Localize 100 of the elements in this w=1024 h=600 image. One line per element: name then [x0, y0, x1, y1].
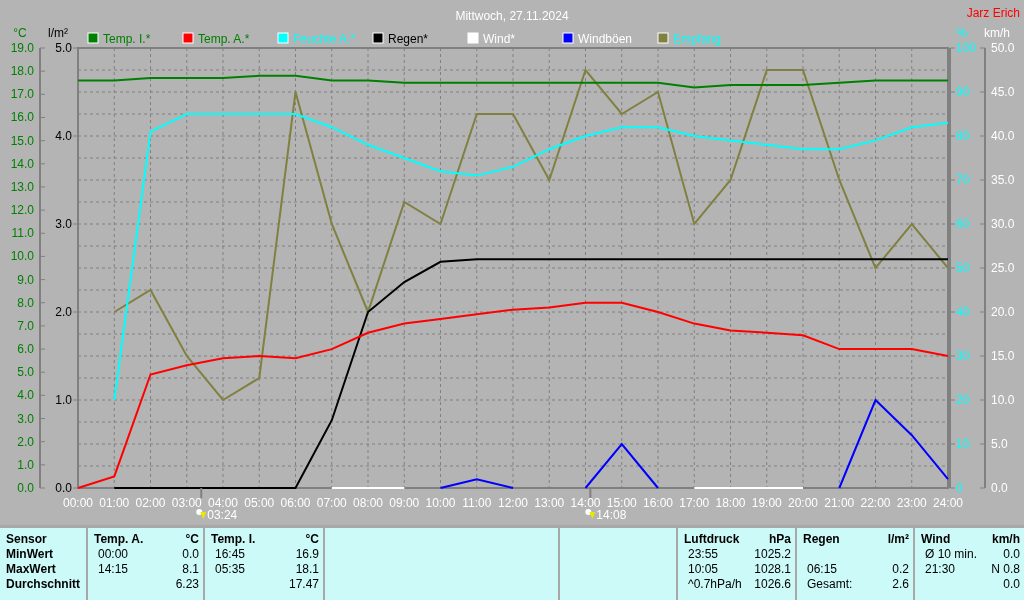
time-label: 14:00 — [570, 496, 601, 510]
table-cell-text: 06:15 — [806, 562, 838, 577]
axis-unit: km/h — [984, 26, 1010, 40]
tick-label: 17.0 — [10, 87, 34, 102]
table-cell-text: Gesamt: — [806, 577, 853, 592]
time-label: 12:00 — [498, 496, 528, 510]
time-label: 04:00 — [208, 496, 238, 510]
unit-label: °C — [185, 532, 199, 547]
chart-title: Mittwoch, 27.11.2024 — [455, 9, 569, 23]
time-label: 18:00 — [715, 496, 746, 510]
table-header: Luftdruck — [684, 532, 740, 547]
tick-label: 80 — [956, 129, 970, 143]
time-label: 11:00 — [462, 496, 492, 510]
axis-unit: l/m² — [48, 26, 68, 40]
unit-label: hPa — [769, 532, 791, 547]
tick-label: 30 — [956, 349, 970, 363]
row-label: MinWert — [6, 547, 54, 562]
table-cell-text: Ø 10 min. — [924, 547, 978, 562]
tick-label: 18.0 — [10, 64, 34, 79]
tick-label: 19.0 — [10, 41, 34, 55]
time-label: 07:00 — [316, 496, 347, 510]
tick-label: 0.0 — [55, 481, 72, 495]
tick-label: 40.0 — [991, 129, 1015, 143]
tick-label: 8.0 — [17, 295, 34, 310]
tick-label: 30.0 — [991, 217, 1015, 231]
table-cell: 18.1 — [295, 562, 319, 577]
tick-label: 9.0 — [17, 272, 34, 287]
table-cell-text: 16:45 — [214, 547, 246, 562]
time-label: 08:00 — [353, 496, 383, 510]
tick-label: 4.0 — [17, 388, 34, 403]
tick-label: 50.0 — [991, 41, 1015, 55]
legend-label: Empfang — [673, 32, 722, 46]
tick-label: 35.0 — [991, 173, 1015, 187]
legend-label: Feuchte A.* — [293, 32, 356, 46]
tick-label: 10 — [956, 437, 970, 451]
time-label: 19:00 — [751, 496, 782, 510]
tick-label: 7.0 — [17, 318, 34, 333]
axis-unit: % — [956, 26, 968, 40]
table-cell-text: ^0.7hPa/h — [687, 577, 742, 592]
table-cell-text: 10:05 — [687, 562, 719, 577]
tick-label: 5.0 — [991, 437, 1008, 451]
legend-label: Regen* — [388, 32, 429, 46]
table-header: Temp. I. — [211, 532, 256, 547]
tick-label: 70 — [956, 173, 970, 187]
tick-label: 5.0 — [55, 41, 72, 55]
table-header: Wind — [921, 532, 951, 547]
table-cell-text: 23:55 — [687, 547, 719, 562]
row-label: MaxWert — [6, 562, 56, 577]
tick-label: 0.0 — [17, 481, 34, 495]
event-time: 14:08 — [596, 508, 627, 522]
time-label: 06:00 — [280, 496, 311, 510]
tick-label: 10.0 — [991, 393, 1015, 407]
time-label: 03:00 — [171, 496, 202, 510]
time-label: 15:00 — [606, 496, 637, 510]
tick-label: 16.0 — [10, 110, 34, 125]
table-cell: 16.9 — [295, 547, 319, 562]
table-cell-text: 14:15 — [97, 562, 129, 577]
tick-label: 2.0 — [17, 434, 34, 449]
tick-label: 3.0 — [17, 411, 34, 426]
axis-unit: °C — [13, 26, 27, 40]
table-cell: 2.6 — [892, 577, 909, 592]
tick-label: 2.0 — [55, 305, 72, 319]
tick-label: 0 — [956, 481, 963, 495]
table-header: Sensor — [6, 532, 47, 547]
tick-label: 60 — [956, 217, 970, 231]
time-label: 01:00 — [99, 496, 130, 510]
tick-label: 40 — [956, 305, 970, 319]
time-label: 16:00 — [643, 496, 673, 510]
tick-label: 15.0 — [991, 349, 1015, 363]
time-label: 20:00 — [788, 496, 818, 510]
legend-label: Temp. A.* — [198, 32, 250, 46]
table-cell: 17.47 — [288, 577, 319, 592]
time-label: 24:00 — [933, 496, 963, 510]
table-cell: 0.0 — [182, 547, 199, 562]
tick-label: 0.0 — [991, 481, 1008, 495]
tick-label: 20 — [956, 393, 970, 407]
author-name: Jarz Erich — [966, 6, 1020, 20]
table-header: Temp. A. — [94, 532, 144, 547]
row-label: Durchschnitt — [6, 577, 80, 592]
unit-label: °C — [305, 532, 319, 547]
time-label: 05:00 — [244, 496, 275, 510]
table-cell: 8.1 — [182, 562, 199, 577]
sun-moon-icon — [585, 509, 596, 519]
table-cell: 1025.2 — [754, 547, 791, 562]
tick-label: 5.0 — [17, 365, 34, 380]
time-label: 02:00 — [135, 496, 166, 510]
time-label: 13:00 — [534, 496, 565, 510]
table-cell: 6.23 — [175, 577, 199, 592]
tick-label: 12.0 — [10, 203, 34, 218]
unit-label: km/h — [992, 532, 1020, 547]
tick-label: 10.0 — [10, 249, 34, 264]
tick-label: 11.0 — [11, 226, 34, 241]
time-label: 23:00 — [896, 496, 927, 510]
time-label: 00:00 — [63, 496, 93, 510]
table-cell-text: 05:35 — [214, 562, 246, 577]
table-cell: 0.2 — [892, 562, 909, 577]
legend-label: Windböen — [578, 32, 633, 46]
table-cell: 0.0 — [1003, 577, 1020, 592]
tick-label: 1.0 — [17, 457, 34, 472]
time-label: 21:00 — [824, 496, 855, 510]
